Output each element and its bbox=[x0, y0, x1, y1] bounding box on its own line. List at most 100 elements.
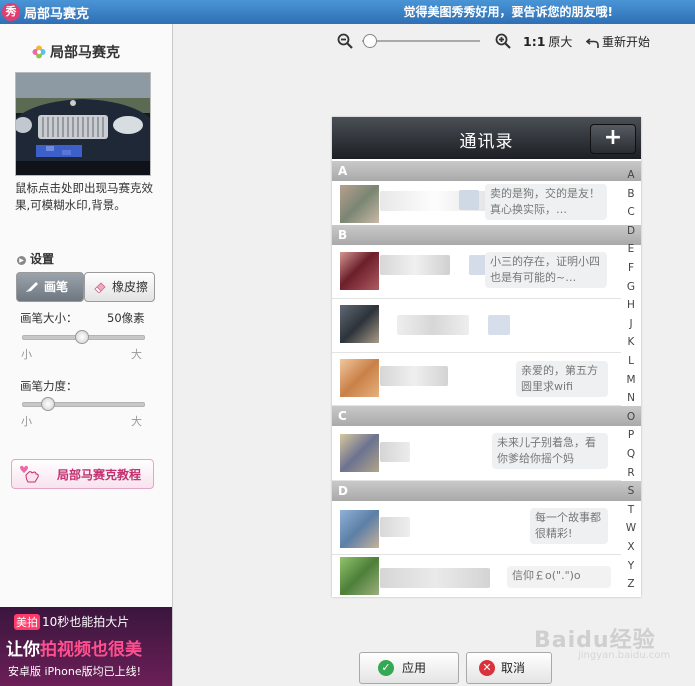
sidebar-heading: 局部马赛克 bbox=[32, 42, 120, 62]
index-letter: B bbox=[627, 187, 635, 200]
message-preview: 信仰￡o(".")o bbox=[507, 566, 611, 588]
blurred-name bbox=[380, 366, 448, 386]
mosaic-preview-image bbox=[15, 72, 151, 176]
index-letter: D bbox=[626, 224, 636, 237]
undo-arrow-icon bbox=[585, 38, 599, 48]
brush-size-slider-thumb[interactable] bbox=[75, 330, 90, 344]
message-preview: 亲爱的，第五方圆里求wifi bbox=[516, 361, 608, 397]
flower-icon bbox=[32, 45, 46, 59]
index-letter: Z bbox=[627, 578, 635, 591]
index-letter: X bbox=[627, 541, 635, 553]
index-letter: S bbox=[627, 485, 635, 498]
apply-button[interactable]: ✓ 应用 bbox=[359, 652, 459, 684]
brush-size-min-label: 小 bbox=[21, 348, 32, 361]
original-size-button[interactable]: 1:1 原大 bbox=[523, 33, 572, 50]
tool-description: 鼠标点击处即出现马赛克效果,可模糊水印,背景。 bbox=[15, 181, 153, 212]
index-letter: Q bbox=[626, 448, 636, 460]
sidebar: 局部马赛克 鼠标点击处即出现马赛克效果,可模糊水印,背景。 ▶ 设置 画笔 橡皮… bbox=[0, 24, 173, 686]
index-letter: N bbox=[627, 392, 635, 405]
contact-row bbox=[332, 299, 621, 353]
ratio-label: 1:1 bbox=[523, 34, 546, 49]
blurred-name bbox=[380, 442, 410, 462]
index-letter: E bbox=[627, 243, 635, 256]
brush-strength-slider-thumb[interactable] bbox=[41, 397, 56, 411]
zoom-toolbar: 1:1 原大 重新开始 bbox=[173, 24, 695, 60]
brush-strength-min-label: 小 bbox=[21, 415, 32, 428]
section-header: D bbox=[332, 481, 641, 501]
avatar bbox=[340, 252, 379, 290]
brush-strength-slider[interactable] bbox=[22, 397, 145, 411]
settings-heading[interactable]: ▶ 设置 bbox=[17, 250, 54, 267]
settings-heading-label: 设置 bbox=[30, 252, 55, 266]
eraser-mode-button[interactable]: 橡皮擦 bbox=[84, 272, 155, 302]
contacts-header: 通讯录 + bbox=[332, 117, 641, 159]
index-letter: M bbox=[626, 373, 636, 386]
blurred-name bbox=[380, 255, 450, 275]
baidu-watermark-url: jingyan.baidu.com bbox=[578, 650, 671, 661]
title-bar: 秀 局部马赛克 觉得美图秀秀好用，要告诉您的朋友哦! bbox=[0, 0, 695, 24]
close-icon: ✕ bbox=[479, 660, 495, 676]
ad-line1-text: 10秒也能拍大片 bbox=[42, 615, 130, 629]
index-letter: J bbox=[629, 317, 633, 330]
reset-label: 重新开始 bbox=[602, 35, 651, 49]
message-preview: 每一个故事都很精彩! bbox=[530, 508, 608, 544]
contact-row: 每一个故事都很精彩! bbox=[332, 501, 621, 555]
brush-strength-label: 画笔力度： bbox=[20, 379, 78, 393]
index-letter: K bbox=[627, 336, 635, 349]
brush-mode-button[interactable]: 画笔 bbox=[16, 272, 84, 302]
ad-line2-highlight: 拍视频也很美 bbox=[40, 640, 142, 660]
zoom-in-icon[interactable] bbox=[495, 33, 511, 49]
contact-row: 卖的是狗，交的是友！真心换实际，… bbox=[332, 181, 621, 227]
section-header: B bbox=[332, 225, 641, 245]
index-letter: O bbox=[626, 410, 636, 423]
apply-button-label: 应用 bbox=[402, 661, 427, 675]
message-preview: 卖的是狗，交的是友！真心换实际，… bbox=[485, 184, 607, 220]
section-header: C bbox=[332, 406, 641, 426]
avatar bbox=[340, 434, 379, 472]
index-letter: F bbox=[627, 262, 635, 274]
check-icon: ✓ bbox=[378, 660, 394, 676]
cancel-button[interactable]: ✕ 取消 bbox=[466, 652, 552, 684]
ad-line3: 安卓版 iPhone版均已上线! bbox=[8, 665, 142, 678]
ad-line2-prefix: 让你 bbox=[6, 640, 40, 660]
zoom-slider-thumb[interactable] bbox=[363, 34, 377, 48]
avatar bbox=[340, 510, 379, 548]
zoom-slider[interactable] bbox=[362, 40, 480, 42]
index-letter: L bbox=[628, 355, 634, 367]
original-size-label: 原大 bbox=[548, 35, 573, 49]
zoom-out-icon[interactable] bbox=[337, 33, 353, 49]
window-title: 局部马赛克 bbox=[24, 7, 90, 22]
brush-size-value: 50像素 bbox=[107, 311, 145, 325]
index-letter: W bbox=[625, 522, 637, 535]
blurred-name bbox=[397, 315, 469, 335]
brush-icon bbox=[26, 282, 38, 292]
ad-line1: 美拍 10秒也能拍大片 bbox=[14, 613, 129, 630]
index-letter: C bbox=[627, 206, 635, 219]
meipai-ad-banner[interactable]: 美拍 10秒也能拍大片 让你拍视频也很美 安卓版 iPhone版均已上线! bbox=[0, 607, 172, 686]
brush-size-slider[interactable] bbox=[22, 330, 145, 344]
eraser-icon bbox=[94, 282, 106, 293]
ad-line2: 让你拍视频也很美 bbox=[6, 635, 142, 660]
collapse-arrow-icon: ▶ bbox=[17, 256, 26, 265]
brush-strength-max-label: 大 bbox=[131, 415, 142, 428]
app-logo-icon: 秀 bbox=[2, 3, 20, 21]
blurred-name bbox=[380, 568, 490, 588]
avatar bbox=[340, 185, 379, 223]
index-letter: R bbox=[627, 466, 635, 479]
image-canvas[interactable]: 通讯录 + A 卖的是狗，交的是友！真心换实际，… B 小三的存在，证明小四也是… bbox=[332, 117, 641, 597]
tutorial-button[interactable]: 局部马赛克教程 bbox=[11, 459, 154, 489]
reset-button[interactable]: 重新开始 bbox=[585, 33, 651, 50]
meipai-logo: 美拍 bbox=[14, 614, 40, 630]
sidebar-heading-label: 局部马赛克 bbox=[50, 45, 120, 61]
tutorial-button-label: 局部马赛克教程 bbox=[57, 468, 142, 482]
blurred-name bbox=[380, 517, 410, 537]
blurred-emoji bbox=[459, 190, 479, 210]
avatar bbox=[340, 359, 379, 397]
index-letter: P bbox=[627, 429, 635, 442]
index-letter: T bbox=[627, 503, 635, 516]
slogan-text: 觉得美图秀秀好用，要告诉您的朋友哦! bbox=[403, 5, 613, 19]
avatar bbox=[340, 305, 379, 343]
index-letter: H bbox=[627, 299, 635, 312]
message-preview: 未来儿子别着急，看你爹给你摇个妈 bbox=[492, 433, 608, 469]
section-header: A bbox=[332, 161, 641, 181]
